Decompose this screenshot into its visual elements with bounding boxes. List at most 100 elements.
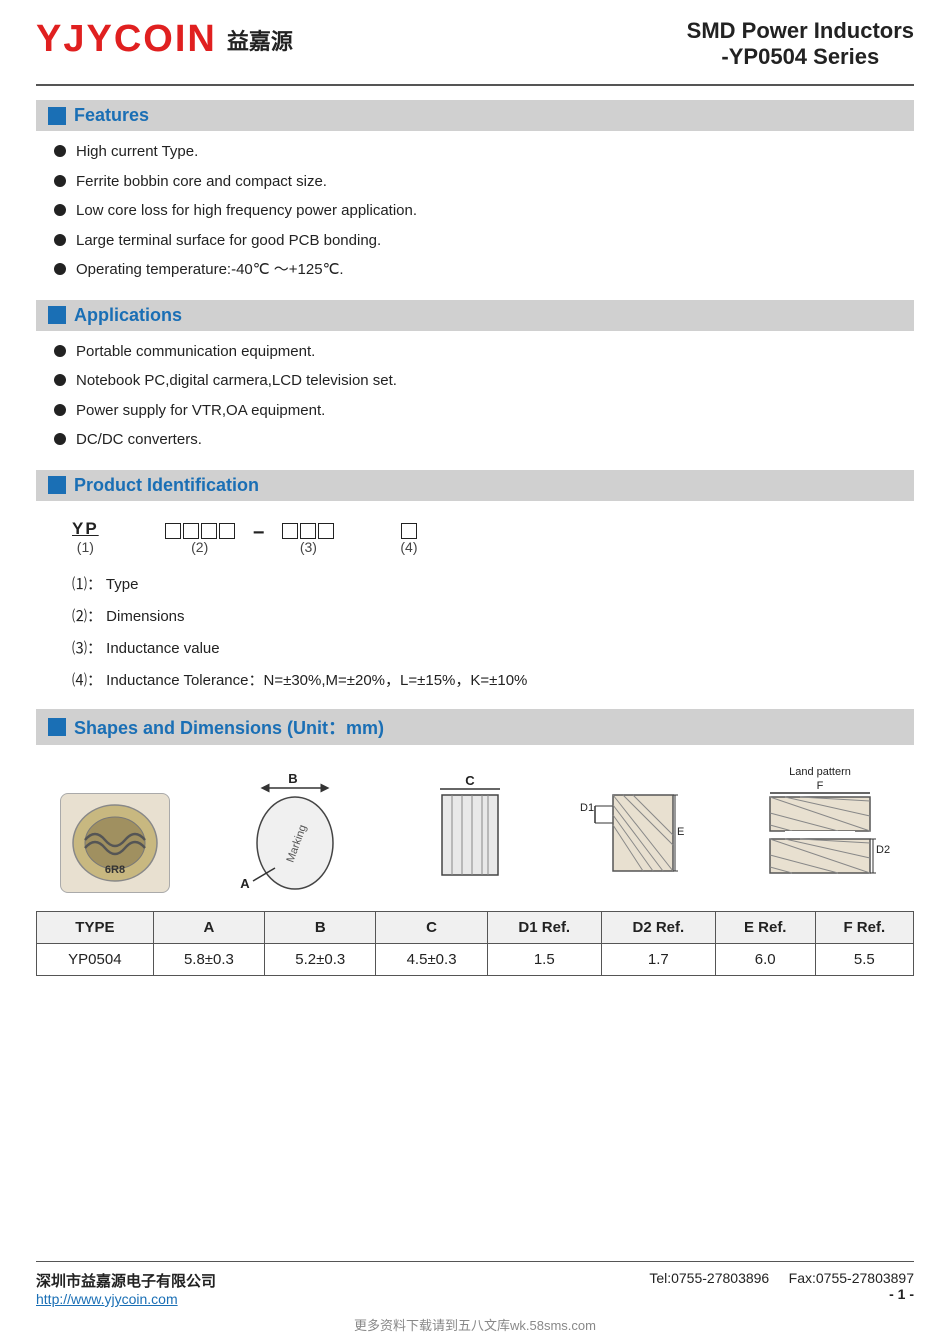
- features-title: Features: [74, 105, 149, 126]
- svg-text:D1: D1: [580, 802, 594, 814]
- logo-area: YJYCOIN 益嘉源: [36, 18, 293, 61]
- bullet-icon: [54, 345, 66, 357]
- svg-text:A: A: [240, 876, 250, 891]
- land-pattern-diagram: Land pattern F: [750, 763, 890, 893]
- product-id-section-header: Product Identification: [36, 470, 914, 501]
- side-view-svg: B Marking A: [225, 773, 365, 893]
- dimensions-table: TYPE A B C D1 Ref. D2 Ref. E Ref. F Ref.…: [36, 911, 914, 976]
- svg-text:B: B: [288, 773, 297, 786]
- footer-right: Tel:0755-27803896 Fax:0755-27803897 - 1 …: [649, 1270, 914, 1302]
- col-e: E Ref.: [715, 911, 815, 943]
- pid-legend-1: ⑴： Type: [72, 573, 878, 597]
- sub-title: -YP0504 Series: [687, 44, 914, 70]
- pid-legend-2: ⑵： Dimensions: [72, 605, 878, 629]
- company-name: 深圳市益嘉源电子有限公司: [36, 1270, 216, 1291]
- col-d1: D1 Ref.: [487, 911, 601, 943]
- cell-a: 5.8±0.3: [153, 943, 264, 975]
- pid-boxes-3: [282, 523, 334, 539]
- pid-boxes-4: [401, 523, 417, 539]
- list-item: Low core loss for high frequency power a…: [54, 200, 914, 223]
- applications-title: Applications: [74, 305, 182, 326]
- pid-cell-4: (4): [400, 523, 417, 555]
- cell-b: 5.2±0.3: [265, 943, 376, 975]
- bullet-icon: [54, 263, 66, 275]
- col-f: F Ref.: [815, 911, 913, 943]
- logo-text: YJYCOIN: [36, 18, 217, 61]
- website-link[interactable]: http://www.yjycoin.com: [36, 1291, 216, 1307]
- bullet-icon: [54, 175, 66, 187]
- cell-type: YP0504: [37, 943, 154, 975]
- front-view-svg: C: [420, 773, 520, 893]
- shapes-icon: [48, 718, 66, 736]
- product-id-legend: ⑴： Type ⑵： Dimensions ⑶： Inductance valu…: [72, 573, 878, 693]
- col-a: A: [153, 911, 264, 943]
- watermark: 更多资料下载请到五八文库wk.58sms.com: [36, 1315, 914, 1334]
- pid-cell-1: YP (1): [72, 519, 99, 555]
- product-id-diagram: YP (1) (2) −: [72, 519, 878, 555]
- bullet-icon: [54, 433, 66, 445]
- table-row: YP0504 5.8±0.3 5.2±0.3 4.5±0.3 1.5 1.7 6…: [37, 943, 914, 975]
- side-view-diagram: B Marking A: [225, 773, 365, 893]
- cell-e: 6.0: [715, 943, 815, 975]
- applications-icon: [48, 306, 66, 324]
- footer-page: - 1 -: [649, 1286, 914, 1302]
- svg-text:F: F: [817, 780, 824, 792]
- applications-section-header: Applications: [36, 300, 914, 331]
- svg-text:Land pattern: Land pattern: [789, 766, 851, 778]
- top-view-svg: D1 E: [575, 773, 695, 893]
- col-b: B: [265, 911, 376, 943]
- footer: 深圳市益嘉源电子有限公司 http://www.yjycoin.com Tel:…: [36, 1261, 914, 1307]
- shapes-diagrams: 6R8 B Marking A: [36, 763, 914, 893]
- pid-label-4: (4): [400, 539, 417, 555]
- list-item: Power supply for VTR,OA equipment.: [54, 400, 914, 423]
- top-view-diagram: D1 E: [575, 773, 695, 893]
- pid-prefix: YP: [72, 519, 99, 539]
- land-pattern-svg: Land pattern F: [750, 763, 890, 893]
- bullet-icon: [54, 374, 66, 386]
- table-header-row: TYPE A B C D1 Ref. D2 Ref. E Ref. F Ref.: [37, 911, 914, 943]
- features-list: High current Type. Ferrite bobbin core a…: [54, 141, 914, 282]
- page: YJYCOIN 益嘉源 SMD Power Inductors -YP0504 …: [0, 0, 950, 1344]
- title-area: SMD Power Inductors -YP0504 Series: [687, 18, 914, 70]
- svg-text:C: C: [465, 773, 475, 788]
- features-section-header: Features: [36, 100, 914, 131]
- component-photo: 6R8: [60, 793, 170, 893]
- product-id-icon: [48, 476, 66, 494]
- bullet-icon: [54, 145, 66, 157]
- pid-boxes-2: [165, 523, 235, 539]
- pid-legend-3: ⑶： Inductance value: [72, 637, 878, 661]
- applications-list: Portable communication equipment. Notebo…: [54, 341, 914, 452]
- col-d2: D2 Ref.: [601, 911, 715, 943]
- features-icon: [48, 107, 66, 125]
- pid-dash: −: [253, 522, 265, 545]
- list-item: DC/DC converters.: [54, 429, 914, 452]
- cell-c: 4.5±0.3: [376, 943, 487, 975]
- logo-cn: 益嘉源: [227, 24, 293, 56]
- svg-text:6R8: 6R8: [105, 864, 125, 876]
- bullet-icon: [54, 234, 66, 246]
- product-id-title: Product Identification: [74, 475, 259, 496]
- footer-contact: Tel:0755-27803896 Fax:0755-27803897: [649, 1270, 914, 1286]
- product-id-row: YP (1) (2) −: [72, 519, 878, 555]
- bullet-icon: [54, 404, 66, 416]
- footer-left: 深圳市益嘉源电子有限公司 http://www.yjycoin.com: [36, 1270, 216, 1307]
- cell-d1: 1.5: [487, 943, 601, 975]
- svg-text:D2: D2: [876, 844, 890, 856]
- cell-f: 5.5: [815, 943, 913, 975]
- pid-legend-4: ⑷： Inductance Tolerance：N=±30%,M=±20%，L=…: [72, 669, 878, 693]
- list-item: Operating temperature:-40℃ ～+125℃.: [54, 259, 914, 282]
- bullet-icon: [54, 204, 66, 216]
- front-view-diagram: C: [420, 773, 520, 893]
- list-item: Portable communication equipment.: [54, 341, 914, 364]
- footer-tel: Tel:0755-27803896: [649, 1270, 769, 1286]
- header: YJYCOIN 益嘉源 SMD Power Inductors -YP0504 …: [36, 18, 914, 70]
- pid-label-1: (1): [77, 539, 94, 555]
- col-c: C: [376, 911, 487, 943]
- shapes-section: Shapes and Dimensions (Unit：mm) 6R8: [36, 709, 914, 1000]
- product-id-section: Product Identification YP (1): [36, 470, 914, 701]
- list-item: High current Type.: [54, 141, 914, 164]
- shapes-section-header: Shapes and Dimensions (Unit：mm): [36, 709, 914, 745]
- pid-label-2: (2): [191, 539, 208, 555]
- shapes-title: Shapes and Dimensions (Unit：mm): [74, 714, 384, 740]
- pid-cell-3: (3): [282, 523, 334, 555]
